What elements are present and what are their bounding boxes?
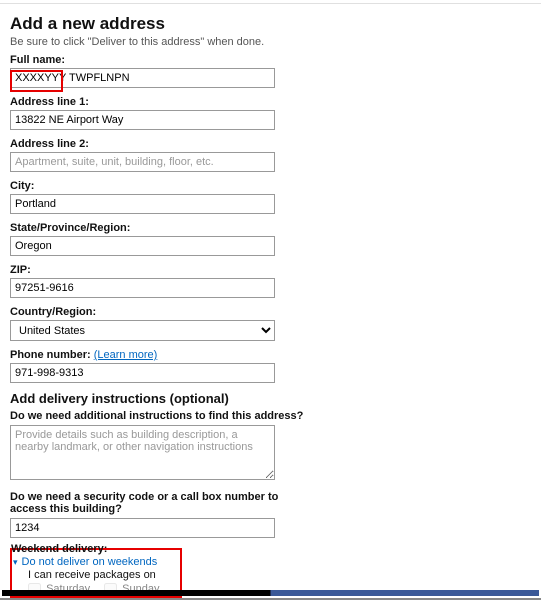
security-code-label: Do we need a security code or a call box… xyxy=(10,491,310,515)
bottom-bar xyxy=(2,590,539,596)
security-code-input[interactable] xyxy=(10,518,275,538)
zip-label: ZIP: xyxy=(10,264,310,276)
additional-instructions-input[interactable] xyxy=(10,425,275,480)
phone-learn-more-link[interactable]: (Learn more) xyxy=(94,349,158,361)
page-title: Add a new address xyxy=(10,14,310,34)
delivery-heading: Add delivery instructions (optional) xyxy=(10,391,310,406)
weekend-option-label: Do not deliver on weekends xyxy=(22,556,158,568)
state-label: State/Province/Region: xyxy=(10,222,310,234)
main-content: Add a new address Be sure to click "Deli… xyxy=(0,4,310,598)
fullname-label: Full name: xyxy=(10,54,310,66)
additional-instructions-label: Do we need additional instructions to fi… xyxy=(10,410,310,422)
address1-label: Address line 1: xyxy=(10,96,310,108)
state-input[interactable] xyxy=(10,236,275,256)
phone-label-text: Phone number: xyxy=(10,349,91,361)
country-label: Country/Region: xyxy=(10,306,310,318)
city-input[interactable] xyxy=(10,194,275,214)
weekend-subtext: I can receive packages on xyxy=(28,569,180,581)
weekend-label: Weekend delivery: xyxy=(11,543,180,555)
address2-input[interactable] xyxy=(10,152,275,172)
phone-input[interactable] xyxy=(10,363,275,383)
weekend-option-row[interactable]: ▾ Do not deliver on weekends xyxy=(12,556,180,568)
page-subtitle: Be sure to click "Deliver to this addres… xyxy=(10,36,310,48)
country-select[interactable]: United States xyxy=(10,320,275,341)
address1-input[interactable] xyxy=(10,110,275,130)
city-label: City: xyxy=(10,180,310,192)
phone-label: Phone number: (Learn more) xyxy=(10,349,310,361)
address2-label: Address line 2: xyxy=(10,138,310,150)
fullname-input[interactable] xyxy=(10,68,275,88)
chevron-down-icon: ▾ xyxy=(13,557,18,568)
zip-input[interactable] xyxy=(10,278,275,298)
